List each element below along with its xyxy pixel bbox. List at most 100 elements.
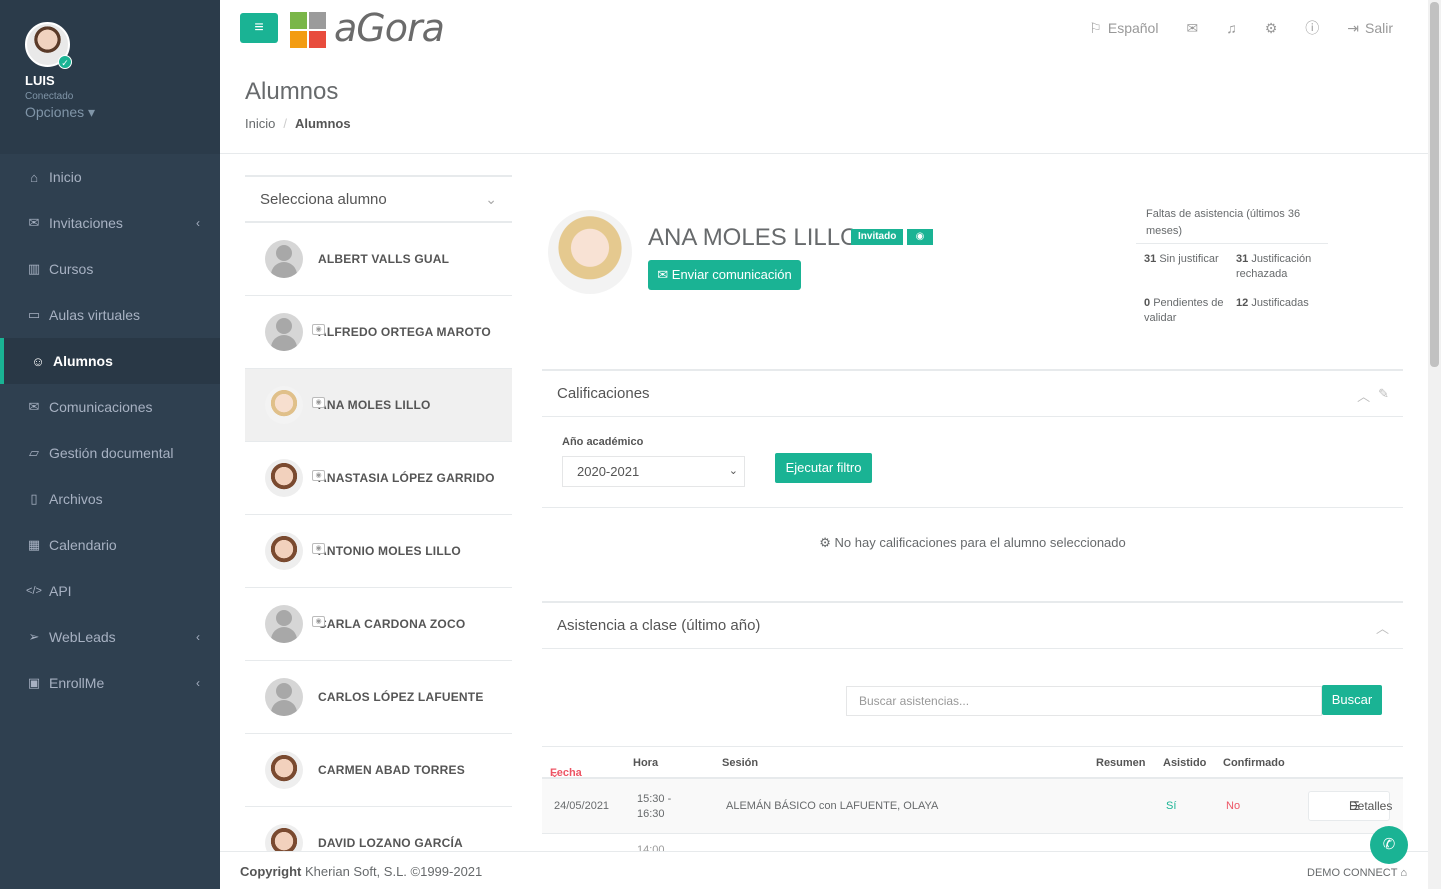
student-list-panel: Selecciona alumno ⌄ ALBERT VALLS GUAL ◉ A… [245, 175, 512, 880]
help-button[interactable]: ⓘ [1305, 18, 1319, 38]
sidebar-item-label: Cursos [49, 261, 94, 277]
user-avatar[interactable]: ✓ [25, 22, 72, 69]
sidebar-item-label: Inicio [49, 169, 82, 185]
sidebar-item-aulas-virtuales[interactable]: ▭ Aulas virtuales [0, 292, 220, 338]
notifications-button[interactable]: ♫ [1226, 20, 1237, 36]
sidebar-item-webleads[interactable]: ➢ WebLeads ‹ [0, 614, 220, 660]
sidebar-item-api[interactable]: </> API [0, 568, 220, 614]
messages-button[interactable]: ✉ [1186, 20, 1198, 37]
logo-text: aGora [334, 6, 445, 50]
camera-icon[interactable]: ◉ [312, 616, 325, 627]
attendance-search-button[interactable]: Buscar [1322, 685, 1382, 715]
cell-confirmado: No [1226, 800, 1241, 812]
sidebar-item-calendario[interactable]: ▦ Calendario [0, 522, 220, 568]
student-avatar [265, 751, 303, 789]
user-status: Conectado [25, 91, 74, 102]
chevron-down-icon: ⌄ [485, 191, 497, 207]
user-name: LUIS [25, 73, 55, 88]
sidebar-item-invitaciones[interactable]: ✉ Invitaciones ‹ [0, 200, 220, 246]
divider [542, 507, 1403, 508]
settings-button[interactable]: ⚙ [1265, 20, 1278, 37]
camera-icon[interactable]: ◉ [312, 543, 325, 554]
student-name: ALFREDO ORTEGA MAROTO [318, 325, 491, 339]
copyright-text: Kherian Soft, S.L. ©1999-2021 [305, 864, 483, 879]
demo-connect: DEMO CONNECT ⌂ [1307, 867, 1407, 879]
send-communication-button[interactable]: ✉ Enviar comunicación [648, 260, 801, 290]
student-item[interactable]: CARLOS LÓPEZ LAFUENTE [245, 661, 512, 734]
breadcrumb-link-inicio[interactable]: Inicio [245, 116, 275, 131]
scrollbar-thumb[interactable] [1430, 2, 1439, 367]
users-icon: ☺ [31, 353, 45, 369]
empty-grades-message: ⚙ No hay calificaciones para el alumno s… [542, 535, 1403, 551]
count: 12 [1236, 297, 1249, 309]
chevron-up-icon[interactable]: ︿ [1376, 618, 1389, 637]
column-confirmado[interactable]: Confirmado [1223, 757, 1285, 769]
user-options-dropdown[interactable]: Opciones ▾ [25, 104, 220, 121]
topbar-actions: ⚐ Español ✉ ♫ ⚙ ⓘ ⇥ Salir [1089, 18, 1393, 38]
page-heading: Alumnos Inicio / Alumnos [220, 60, 1428, 154]
student-item[interactable]: ◉ ANTONIO MOLES LILLO [245, 515, 512, 588]
user-options-label: Opciones [25, 104, 85, 120]
student-item-selected[interactable]: ◉ ANA MOLES LILLO [245, 369, 512, 442]
camera-icon[interactable]: ◉ [907, 229, 933, 245]
column-resumen[interactable]: Resumen [1096, 757, 1146, 769]
absence-justified: 12 Justificadas [1236, 296, 1328, 326]
envelope-icon: ✉ [1186, 19, 1199, 36]
language-selector[interactable]: ⚐ Español [1089, 20, 1158, 37]
caret-down-icon: ▾ [88, 104, 96, 120]
sidebar-item-enrollme[interactable]: ▣ EnrollMe ‹ [0, 660, 220, 706]
camera-icon[interactable]: ◉ [312, 324, 325, 335]
column-hora[interactable]: Hora [633, 757, 658, 769]
student-item[interactable]: ◉ CARLA CARDONA ZOCO [245, 588, 512, 661]
label: Justificadas [1251, 297, 1309, 309]
student-item[interactable]: ALBERT VALLS GUAL [245, 223, 512, 296]
sidebar-item-cursos[interactable]: ▥ Cursos [0, 246, 220, 292]
column-sesion[interactable]: Sesión [722, 757, 758, 769]
sidebar-item-alumnos[interactable]: ☺ Alumnos [0, 338, 220, 384]
file-icon: ▯ [30, 491, 38, 506]
absence-summary: Faltas de asistencia (últimos 36 meses) … [1136, 206, 1328, 326]
menu-toggle-button[interactable]: ≡ [240, 13, 278, 43]
label: Sin justificar [1159, 253, 1219, 265]
run-filter-button[interactable]: Ejecutar filtro [775, 453, 872, 483]
student-avatar [265, 386, 303, 424]
sidebar-item-label: Alumnos [53, 353, 113, 369]
id-card-icon: ▣ [27, 675, 41, 690]
student-avatar [265, 459, 303, 497]
attendance-search-input[interactable]: Buscar asistencias... [846, 686, 1322, 716]
copyright: Copyright Kherian Soft, S.L. ©1999-2021 [240, 864, 482, 879]
sidebar-item-label: API [49, 583, 72, 599]
status-badge: Invitado [851, 229, 904, 245]
sidebar-item-inicio[interactable]: ⌂ Inicio [0, 154, 220, 200]
sidebar-item-archivos[interactable]: ▯ Archivos [0, 476, 220, 522]
camera-icon[interactable]: ◉ [312, 397, 325, 408]
camera-icon[interactable]: ◉ [312, 470, 325, 481]
details-button[interactable]: ☰ Detalles [1308, 791, 1392, 821]
sidebar-item-comunicaciones[interactable]: ✉ Comunicaciones [0, 384, 220, 430]
student-detail-name: ANA MOLES LILLO [648, 224, 859, 251]
sidebar-item-label: Gestión documental [49, 445, 174, 461]
calendar-icon: ▦ [27, 537, 41, 552]
student-item[interactable]: ◉ ANASTASIA LÓPEZ GARRIDO [245, 442, 512, 515]
count: 0 [1144, 297, 1151, 309]
code-icon: </> [26, 585, 42, 597]
column-asistido[interactable]: Asistido [1163, 757, 1206, 769]
sidebar-item-label: Calendario [49, 537, 117, 553]
page-scrollbar[interactable] [1428, 0, 1441, 889]
folder-icon: ▱ [29, 445, 39, 460]
student-item[interactable]: ◉ ALFREDO ORTEGA MAROTO [245, 296, 512, 369]
academic-year-select[interactable]: 2020-2021 ⌄ [562, 456, 745, 487]
chevron-up-icon[interactable]: ︿ [1357, 386, 1370, 405]
student-item[interactable]: CARMEN ABAD TORRES [245, 734, 512, 807]
cell-hora-end: 16:30 [637, 808, 665, 820]
student-select-dropdown[interactable]: Selecciona alumno ⌄ [245, 175, 512, 223]
attendance-panel-header: Asistencia a clase (último año) ︿ [542, 601, 1403, 649]
chat-button[interactable]: ✆ [1370, 826, 1408, 864]
wrench-icon[interactable]: ✎ [1378, 386, 1389, 405]
logout-button[interactable]: ⇥ Salir [1347, 20, 1393, 37]
sidebar-item-label: EnrollMe [49, 675, 105, 691]
breadcrumb-current: Alumnos [294, 116, 351, 131]
sidebar-item-gestion-documental[interactable]: ▱ Gestión documental [0, 430, 220, 476]
absence-title: Faltas de asistencia (últimos 36 meses) [1136, 206, 1328, 244]
student-name: CARLA CARDONA ZOCO [318, 617, 466, 631]
